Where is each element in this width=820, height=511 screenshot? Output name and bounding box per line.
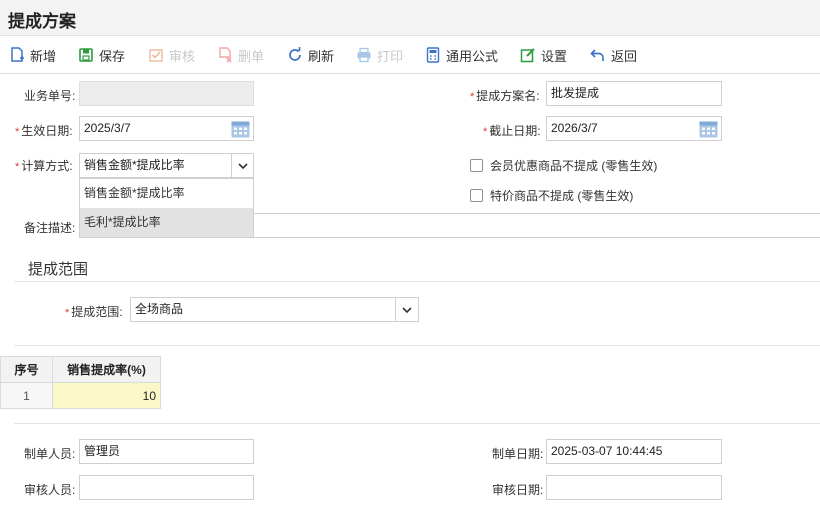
grid-header-row: 序号 销售提成率(%) (0, 356, 161, 383)
new-doc-icon (11, 47, 24, 62)
remark-label: 备注描述: (24, 221, 76, 235)
calc-method-option[interactable]: 毛利*提成比率 (80, 208, 253, 237)
effective-date-label: * 生效日期: (15, 124, 73, 138)
creator-label: 制单人员: (24, 447, 76, 461)
audit-button-label: 审核 (169, 48, 196, 64)
calc-method-label: * 计算方式: (15, 159, 73, 173)
required-mark: * (65, 307, 70, 319)
refresh-icon (289, 47, 301, 61)
creator-field: 管理员 (79, 439, 254, 464)
effective-date-value: 2025/3/7 (84, 121, 131, 135)
section-divider (14, 423, 820, 424)
audit-button[interactable]: 审核 (148, 42, 195, 68)
scheme-name-label: * 提成方案名: (470, 89, 540, 103)
audit-date-field (546, 475, 722, 500)
end-date-label: * 截止日期: (483, 124, 541, 138)
table-row: 1 10 (0, 382, 161, 409)
refresh-button[interactable]: 刷新 (287, 42, 334, 68)
calc-method-dropdown: 销售金额*提成比率 毛利*提成比率 (79, 178, 254, 237)
range-value: 全场商品 (135, 302, 184, 316)
settings-button[interactable]: 设置 (520, 42, 567, 68)
edit-settings-icon (520, 48, 535, 63)
print-button[interactable]: 打印 (356, 42, 403, 68)
refresh-button-label: 刷新 (308, 48, 335, 64)
delete-button-label: 删单 (238, 48, 265, 64)
row-index: 1 (0, 382, 53, 409)
save-button-label: 保存 (99, 48, 126, 64)
range-label: * 提成范围: (65, 305, 123, 319)
rate-grid: 序号 销售提成率(%) 1 10 (0, 356, 161, 409)
scheme-name-input[interactable]: 批发提成 (546, 81, 722, 106)
create-date-label: 制单日期: (492, 447, 544, 461)
grid-header-rate: 销售提成率(%) (52, 356, 161, 383)
back-button-label: 返回 (611, 48, 638, 64)
calendar-icon[interactable] (231, 120, 250, 138)
title-bar: 提成方案 (0, 0, 820, 36)
grid-header-index: 序号 (0, 356, 53, 383)
auditor-field (79, 475, 254, 500)
member-discount-checkbox[interactable]: 会员优惠商品不提成 (零售生效) (470, 157, 657, 174)
auditor-label: 审核人员: (24, 483, 76, 497)
calculator-icon (426, 47, 440, 63)
section-divider (14, 345, 820, 346)
section-title: 提成范围 (28, 261, 89, 278)
new-button-label: 新增 (30, 48, 57, 64)
special-price-label: 特价商品不提成 (零售生效) (490, 189, 634, 203)
save-icon (79, 48, 93, 62)
audit-date-label: 审核日期: (492, 483, 544, 497)
required-mark: * (483, 126, 488, 138)
section-divider (14, 281, 820, 282)
print-button-label: 打印 (377, 48, 404, 64)
special-price-checkbox[interactable]: 特价商品不提成 (零售生效) (470, 187, 633, 204)
range-select[interactable]: 全场商品 (130, 297, 419, 322)
formula-button[interactable]: 通用公式 (425, 42, 498, 68)
delete-doc-icon (219, 47, 232, 63)
end-date-input[interactable]: 2026/3/7 (546, 116, 722, 141)
order-no-field (79, 81, 254, 106)
required-mark: * (15, 161, 20, 173)
back-button[interactable]: 返回 (590, 42, 637, 68)
chevron-down-icon[interactable] (395, 298, 418, 321)
delete-button[interactable]: 删单 (217, 42, 264, 68)
calendar-icon[interactable] (699, 120, 718, 138)
save-button[interactable]: 保存 (78, 42, 125, 68)
new-button[interactable]: 新增 (9, 42, 56, 68)
rate-cell[interactable]: 10 (52, 382, 161, 409)
order-no-label: 业务单号: (24, 89, 76, 103)
calc-method-option[interactable]: 销售金额*提成比率 (80, 179, 253, 208)
page-title: 提成方案 (8, 12, 76, 31)
checkbox-box[interactable] (470, 189, 483, 202)
chevron-down-icon[interactable] (231, 154, 253, 177)
toolbar: 新增 保存 审核 删单 刷新 打印 通用公式 设置 返回 (0, 36, 820, 74)
checkbox-box[interactable] (470, 159, 483, 172)
printer-icon (357, 47, 371, 63)
calc-method-select[interactable]: 销售金额*提成比率 (79, 153, 254, 178)
audit-check-icon (149, 49, 163, 62)
back-arrow-icon (590, 49, 604, 61)
member-discount-label: 会员优惠商品不提成 (零售生效) (490, 159, 658, 173)
calc-method-value: 销售金额*提成比率 (84, 158, 185, 172)
formula-button-label: 通用公式 (446, 48, 499, 64)
required-mark: * (15, 126, 20, 138)
required-mark: * (470, 91, 475, 103)
effective-date-input[interactable]: 2025/3/7 (79, 116, 254, 141)
end-date-value: 2026/3/7 (551, 121, 598, 135)
create-date-field: 2025-03-07 10:44:45 (546, 439, 722, 464)
settings-button-label: 设置 (541, 48, 568, 64)
